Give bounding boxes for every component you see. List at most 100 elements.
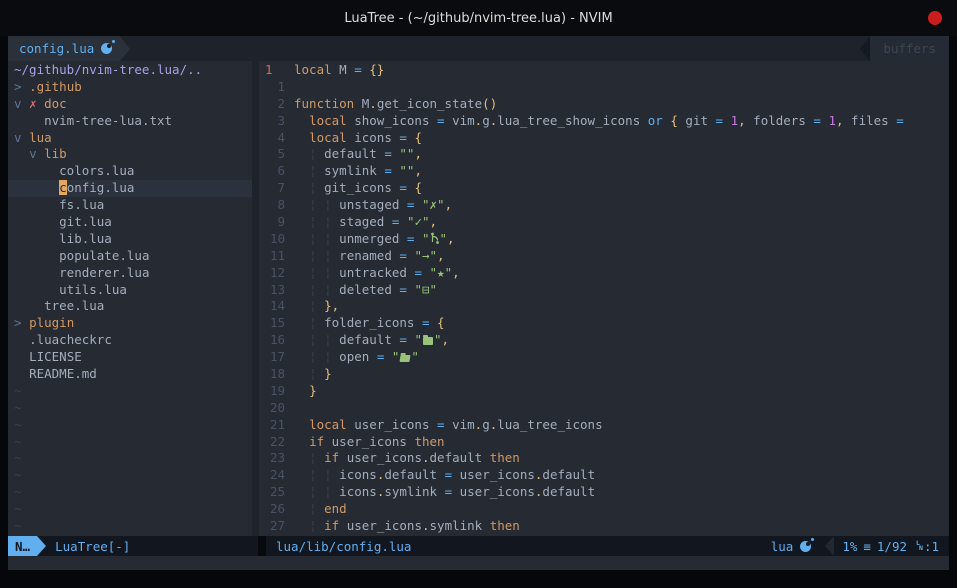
tree-item[interactable]: fs.lua — [8, 197, 252, 214]
code-line[interactable]: 13 ¦ ¦ deleted = "⊟" — [259, 282, 949, 299]
lines-icon: ≡ — [863, 539, 871, 554]
code-line[interactable]: 1 — [259, 79, 949, 96]
code-line[interactable]: 19 } — [259, 383, 949, 400]
tree-item[interactable]: tree.lua — [8, 298, 252, 315]
tree-item[interactable]: ~ — [8, 501, 252, 518]
tree-item[interactable]: > plugin — [8, 315, 252, 332]
token — [317, 450, 325, 465]
tree-item[interactable]: git.lua — [8, 214, 252, 231]
code-line[interactable]: 10 ¦ ¦ unmerged = "", — [259, 231, 949, 248]
code-line[interactable]: 24 ¦ ¦ icons.default = user_icons.defaul… — [259, 467, 949, 484]
tree-item[interactable]: ~ — [8, 400, 252, 417]
token: local — [309, 130, 347, 145]
code-line[interactable]: 7 ¦ git_icons = { — [259, 180, 949, 197]
tree-item[interactable]: ~ — [8, 434, 252, 451]
code-line[interactable]: 12 ¦ ¦ untracked = "★", — [259, 265, 949, 282]
code-line[interactable]: 6 ¦ symlink = "", — [259, 163, 949, 180]
token — [294, 501, 309, 516]
statusline-file-section: lua/lib/config.lua lua 1% ≡ 1/92 :1 — [266, 536, 949, 556]
tree-item[interactable]: ~ — [8, 518, 252, 535]
line-number: 12 — [259, 265, 294, 282]
token: user_icons — [347, 417, 437, 432]
code-line[interactable]: 1local M = {} — [259, 62, 949, 79]
token: open — [332, 349, 377, 364]
token: ¦ — [324, 467, 332, 482]
token: files — [844, 113, 897, 128]
tree-item[interactable]: LICENSE — [8, 349, 252, 366]
git-status-icon: ✗ — [29, 96, 37, 111]
tree-item[interactable]: nvim-tree-lua.txt — [8, 113, 252, 130]
token: README.md — [29, 366, 97, 381]
code-text: local user_icons = vim.g.lua_tree_icons — [294, 417, 603, 434]
code-line[interactable]: 23 ¦ if user_icons.default then — [259, 450, 949, 467]
token: end — [324, 501, 347, 516]
code-line[interactable]: 21 local user_icons = vim.g.lua_tree_ico… — [259, 417, 949, 434]
code-line[interactable]: 5 ¦ default = "", — [259, 146, 949, 163]
code-line[interactable]: 3 local show_icons = vim.g.lua_tree_show… — [259, 113, 949, 130]
token: ¦ — [309, 231, 317, 246]
close-button-icon[interactable] — [928, 11, 942, 25]
code-line[interactable]: 15 ¦ folder_icons = { — [259, 315, 949, 332]
line-number: 24 — [259, 467, 294, 484]
tree-item[interactable]: v lib — [8, 146, 252, 163]
token: ¦ — [309, 501, 317, 516]
token — [294, 484, 309, 499]
tree-item[interactable]: config.lua — [8, 180, 252, 197]
token: = — [437, 113, 445, 128]
token: g — [482, 417, 490, 432]
code-line[interactable]: 18 ¦ } — [259, 366, 949, 383]
tree-item[interactable]: ~ — [8, 484, 252, 501]
token: utils.lua — [59, 282, 127, 297]
tree-item[interactable]: .luacheckrc — [8, 332, 252, 349]
token — [294, 434, 309, 449]
code-line[interactable]: 22 if user_icons then — [259, 434, 949, 451]
tree-item[interactable]: colors.lua — [8, 163, 252, 180]
tree-item[interactable]: utils.lua — [8, 282, 252, 299]
window-separator[interactable] — [252, 61, 259, 536]
token: = — [414, 265, 422, 280]
code-line[interactable]: 4 local icons = { — [259, 130, 949, 147]
code-line[interactable]: 27 ¦ if user_icons.symlink then — [259, 518, 949, 535]
code-line[interactable]: 11 ¦ ¦ renamed = "→", — [259, 248, 949, 265]
tab-config-lua[interactable]: config.lua — [8, 36, 120, 61]
tree-item[interactable]: ~ — [8, 383, 252, 400]
code-line[interactable]: 16 ¦ ¦ default = "", — [259, 332, 949, 349]
token: ¦ — [324, 214, 332, 229]
command-line[interactable] — [8, 556, 949, 570]
tree-item[interactable]: v lua — [8, 130, 252, 147]
code-line[interactable]: 20 — [259, 400, 949, 417]
code-line[interactable]: 26 ¦ end — [259, 501, 949, 518]
token: default — [384, 467, 444, 482]
token: ¦ — [309, 298, 317, 313]
token — [294, 163, 309, 178]
tree-item[interactable]: renderer.lua — [8, 265, 252, 282]
tree-item[interactable]: > .github — [8, 79, 252, 96]
tree-item[interactable]: ~ — [8, 450, 252, 467]
token: 1 — [828, 113, 836, 128]
code-text: ¦ ¦ renamed = "→", — [294, 248, 445, 265]
token: if — [309, 434, 324, 449]
tree-item[interactable]: ~ — [8, 467, 252, 484]
tree-item[interactable]: v ✗ doc — [8, 96, 252, 113]
tree-item[interactable]: README.md — [8, 366, 252, 383]
token: then — [414, 434, 444, 449]
tree-item[interactable]: ~ — [8, 417, 252, 434]
code-line[interactable]: 2function M.get_icon_state() — [259, 96, 949, 113]
code-line[interactable]: 14 ¦ }, — [259, 298, 949, 315]
token: .github — [29, 79, 82, 94]
code-line[interactable]: 9 ¦ ¦ staged = "✓", — [259, 214, 949, 231]
tree-item[interactable]: populate.lua — [8, 248, 252, 265]
line-number: 26 — [259, 501, 294, 518]
token: ¦ — [324, 197, 332, 212]
file-tree: ~/github/nvim-tree.lua/..> .githubv ✗ do… — [8, 61, 252, 536]
tree-item[interactable]: ~/github/nvim-tree.lua/.. — [8, 62, 252, 79]
tree-item[interactable]: lib.lua — [8, 231, 252, 248]
code-line[interactable]: 17 ¦ ¦ open = "" — [259, 349, 949, 366]
code-text: if user_icons then — [294, 434, 445, 451]
token: lua — [29, 130, 52, 145]
code-text: ¦ ¦ icons.symlink = user_icons.default — [294, 484, 595, 501]
vim-area: config.lua buffers ~/github/nvim-tree.lu… — [8, 36, 949, 570]
line-number-icon — [916, 541, 923, 551]
code-line[interactable]: 25 ¦ ¦ icons.symlink = user_icons.defaul… — [259, 484, 949, 501]
code-line[interactable]: 8 ¦ ¦ unstaged = "✗", — [259, 197, 949, 214]
